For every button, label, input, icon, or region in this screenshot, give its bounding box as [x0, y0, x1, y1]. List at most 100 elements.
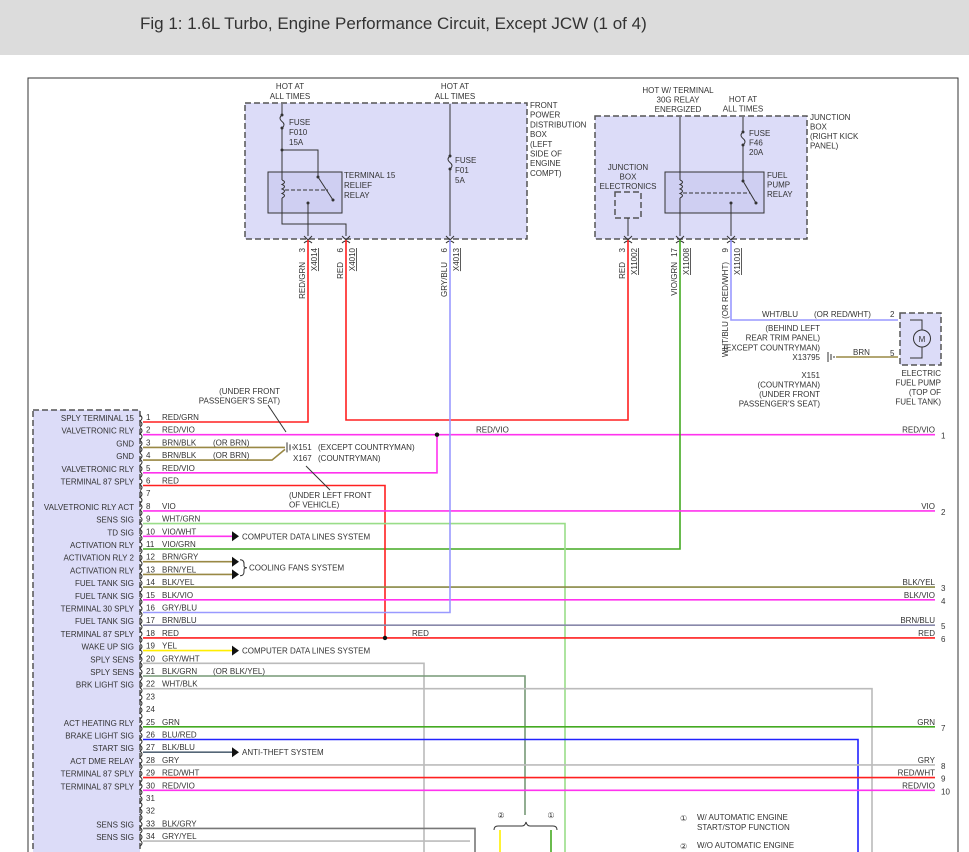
wire-color-label: BRN/YEL — [162, 565, 197, 574]
arrow-icon — [232, 569, 239, 580]
pin-number: 11 — [146, 540, 155, 549]
hot-w-terminal-label: ENERGIZED — [655, 105, 702, 114]
wire-color-label: RED/VIO — [162, 781, 195, 790]
front-box-label: DISTRIBUTION — [530, 120, 587, 129]
wire-color-label: RED/VIO — [902, 426, 935, 435]
fuse-f01-label: 5A — [455, 176, 465, 185]
ground-location-label: PASSENGER'S SEAT) — [739, 400, 821, 409]
connector-pin-number: 1 — [941, 432, 946, 441]
pin-terminal-icon — [139, 516, 143, 529]
junction-box-electronics — [614, 191, 642, 219]
connector-pin-number: 7 — [941, 724, 946, 733]
wire-color-label: BLK/GRY — [162, 819, 197, 828]
fuel-pump-relay-label: FUEL — [767, 171, 788, 180]
wire-color-label: RED/VIO — [476, 426, 509, 435]
front-box-label: POWER — [530, 111, 560, 120]
connector-note: (COUNTRYMAN) — [318, 454, 381, 463]
pin-function-label: SENS SIG — [96, 516, 134, 525]
wire-color-label: VIO/GRN — [162, 540, 196, 549]
fuse-f010-label: F010 — [289, 128, 308, 137]
pin-number: 16 — [146, 604, 155, 613]
pin-terminal-icon — [139, 452, 143, 466]
pin-number: 23 — [146, 692, 155, 701]
pin-function-label: FUEL TANK SIG — [75, 617, 134, 626]
pin-function-label: FUEL TANK SIG — [75, 579, 134, 588]
pin-number: 33 — [146, 819, 155, 828]
front-box-label: (LEFT — [530, 140, 552, 149]
wire-color-label: RED/VIO — [902, 781, 935, 790]
wire-color-label: GRN — [917, 718, 935, 727]
wire-color-label: GRY — [918, 756, 936, 765]
pin-number: 2 — [890, 310, 895, 319]
splice-dot — [434, 432, 440, 437]
motor-label: M — [919, 335, 926, 344]
footnote-text: W/ AUTOMATIC ENGINE — [697, 813, 788, 822]
connector-id: X4013 — [452, 247, 461, 271]
pin-function-label: TERMINAL 30 SPLY — [61, 605, 135, 614]
pin-terminal-icon — [139, 757, 143, 771]
connector-id: X11010 — [733, 247, 742, 275]
footnote-text: START/STOP FUNCTION — [697, 823, 790, 832]
wire-color-label: GRN — [162, 718, 180, 727]
pin-number: 12 — [146, 553, 155, 562]
pin-function-label: FUEL TANK SIG — [75, 592, 134, 601]
wire-color-label: WHT/GRN — [162, 515, 200, 524]
junction-box-label: PANEL) — [810, 142, 839, 151]
connector-pin-number: 5 — [941, 622, 946, 631]
pin-number: 32 — [146, 807, 155, 816]
pin-number: 28 — [146, 756, 155, 765]
connector-pin-number: 9 — [721, 247, 730, 252]
pin-number: 6 — [146, 477, 151, 486]
fuse-f01-label: F01 — [455, 166, 469, 175]
wire-alt-color-note: (OR RED/WHT) — [814, 310, 871, 319]
location-note: OF VEHICLE) — [289, 501, 340, 510]
wire-color-label: RED — [618, 262, 627, 279]
wire-color-label: VIO — [162, 502, 176, 511]
wire-color-label: RED — [336, 262, 345, 279]
electric-fuel-pump-label: ELECTRIC — [901, 369, 941, 378]
connector-id: X11002 — [630, 247, 639, 275]
pin-function-label: SENS SIG — [96, 820, 134, 829]
pin-function-label: WAKE UP SIG — [82, 643, 134, 652]
connector-pin-number: 6 — [941, 635, 946, 644]
terminal-15-relief-relay — [267, 171, 343, 214]
wire-color-label: BLK/VIO — [162, 591, 193, 600]
pin-number: 5 — [146, 464, 151, 473]
pin-function-label: BRK LIGHT SIG — [76, 681, 134, 690]
hot-w-terminal-label: HOT W/ TERMINAL — [642, 86, 714, 95]
wire-color-label: GRY — [162, 756, 180, 765]
hot-w-terminal-label: 30G RELAY — [657, 96, 701, 105]
wire-color-label: RED/VIO — [162, 464, 195, 473]
pin-function-label: GND — [116, 452, 134, 461]
wire-wht-blu — [730, 240, 898, 321]
pin-number: 3 — [146, 438, 151, 447]
electric-fuel-pump-label: (TOP OF — [909, 388, 941, 397]
option-brace-icon — [493, 821, 558, 831]
pin-number: 5 — [890, 349, 895, 358]
wire-color-label: YEL — [162, 642, 178, 651]
wire-color-label: RED/WHT — [162, 769, 199, 778]
pin-terminal-icon — [139, 668, 143, 682]
pin-number: 8 — [146, 502, 151, 511]
front-box-label: FRONT — [530, 101, 558, 110]
pin-function-label: ACT DME RELAY — [70, 757, 134, 766]
wire-color-label: BRN/BLU — [162, 616, 197, 625]
fuel-pump-relay-label: RELAY — [767, 190, 793, 199]
connector-pin-number: 2 — [941, 508, 946, 517]
pin-function-label: SPLY TERMINAL 15 — [61, 414, 135, 423]
hot-at-all-times-label: HOT AT — [441, 82, 469, 91]
pin-function-label: ACTIVATION RLY 2 — [63, 554, 134, 563]
pin-number: 2 — [146, 426, 151, 435]
fuse-f46-label: 20A — [749, 148, 764, 157]
pin-function-label: TD SIG — [107, 528, 134, 537]
pin-number: 15 — [146, 591, 155, 600]
pin-function-label: VALVETRONIC RLY — [62, 465, 135, 474]
connector-id: X167 — [293, 454, 312, 463]
wire-color-label: BRN/BLU — [900, 616, 935, 625]
wiring-diagram: M HOT ATALL TIMESHOT ATALL TIMESFUSEF010… — [27, 77, 959, 852]
wire-color-label: BRN — [853, 348, 870, 357]
wire-color-label: RED — [412, 629, 429, 638]
electric-fuel-pump-label: FUEL PUMP — [896, 379, 942, 388]
front-box-label: SIDE OF — [530, 150, 562, 159]
pin-number: 27 — [146, 743, 155, 752]
